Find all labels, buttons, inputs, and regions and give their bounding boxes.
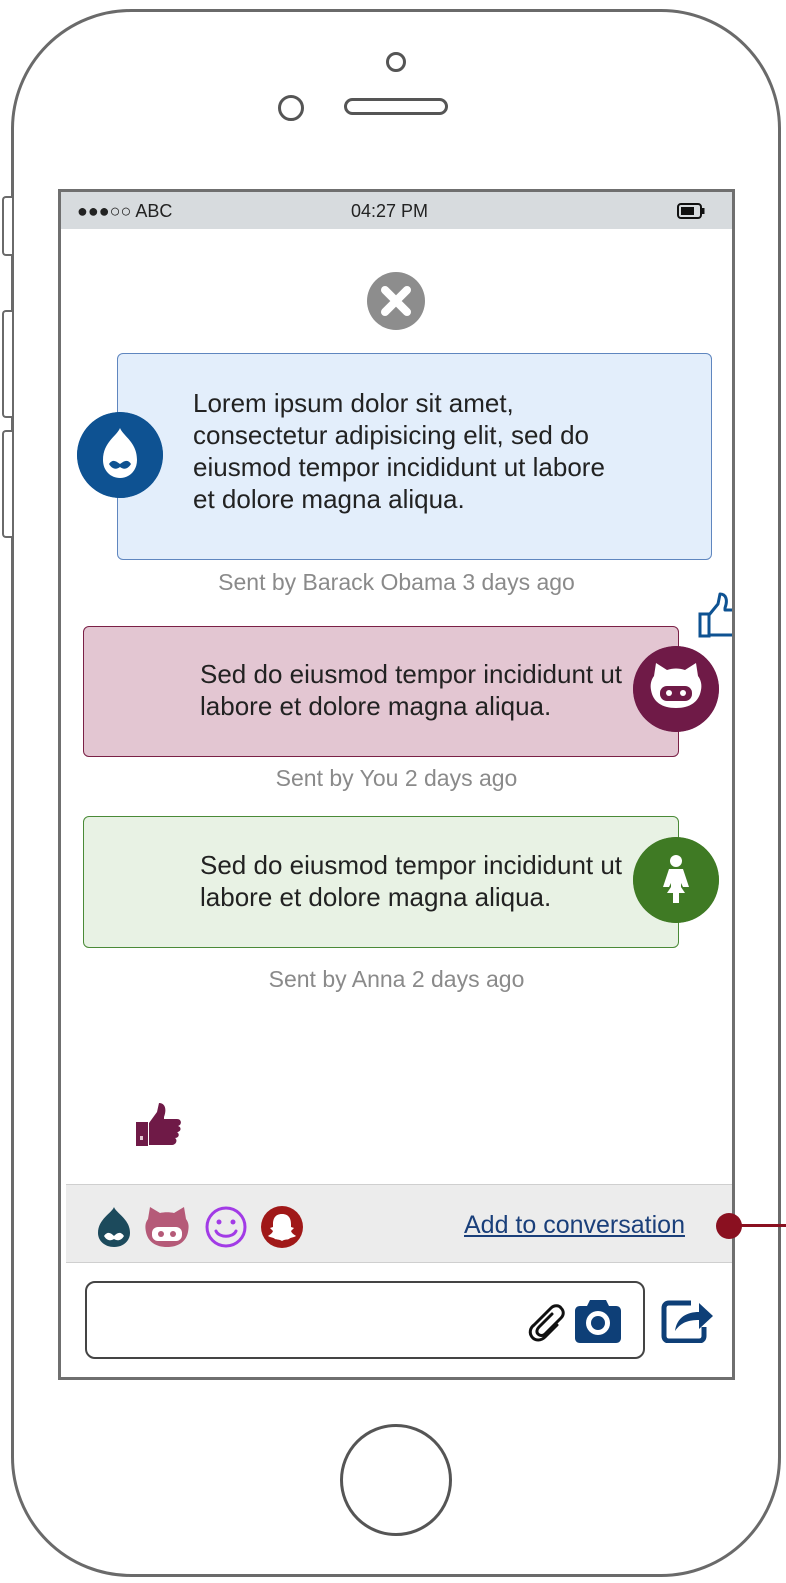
phone-screen: ●●●○○ ABC 04:27 PM Lorem ipsum dolor sit… xyxy=(58,189,735,1380)
close-icon[interactable] xyxy=(367,272,425,330)
volume-down-button xyxy=(2,430,12,538)
message-bubble: Lorem ipsum dolor sit amet, consectetur … xyxy=(117,353,732,638)
paperclip-icon[interactable] xyxy=(527,1301,571,1345)
snapchat-icon[interactable] xyxy=(260,1205,304,1249)
message-bubble: Sed do eiusmod tempor incididunt ut labo… xyxy=(83,626,679,1146)
proximity-sensor xyxy=(278,95,304,121)
github-icon xyxy=(633,646,719,732)
home-button[interactable] xyxy=(340,1424,452,1536)
message-bubble: Sed do eiusmod tempor incididunt ut labo… xyxy=(83,816,679,948)
annotation-connector-line xyxy=(740,1224,786,1227)
thumbs-up-icon[interactable] xyxy=(134,1102,184,1150)
status-bar: ●●●○○ ABC 04:27 PM xyxy=(61,192,732,229)
message-meta: Sent by Anna 2 days ago xyxy=(268,966,525,992)
message-text: Sed do eiusmod tempor incididunt ut labo… xyxy=(200,850,623,912)
battery-icon xyxy=(677,203,705,219)
drupal-icon xyxy=(77,412,163,498)
carrier-signal: ●●●○○ ABC xyxy=(77,201,173,221)
front-camera xyxy=(386,52,406,72)
camera-icon[interactable] xyxy=(571,1297,625,1345)
earpiece-speaker xyxy=(344,98,448,115)
message-text: Sed do eiusmod tempor incididunt ut labo… xyxy=(200,659,623,721)
female-icon xyxy=(633,837,719,923)
participants-bar: Add to conversation xyxy=(66,1184,732,1263)
volume-up-button xyxy=(2,310,12,418)
thumbs-up-outline-icon[interactable] xyxy=(696,592,735,642)
mute-switch xyxy=(2,196,12,256)
message-text: Lorem ipsum dolor sit amet, consectetur … xyxy=(193,388,605,514)
message-input[interactable] xyxy=(85,1281,645,1359)
drupal-icon[interactable] xyxy=(92,1205,136,1249)
add-to-conversation-link[interactable]: Add to conversation xyxy=(464,1211,685,1240)
message-meta: Sent by Barack Obama 3 days ago xyxy=(218,569,575,595)
smiley-icon[interactable] xyxy=(204,1205,248,1249)
share-icon[interactable] xyxy=(661,1297,715,1343)
annotation-connector-dot xyxy=(716,1213,742,1239)
message-meta: Sent by You 2 days ago xyxy=(275,765,518,791)
status-time: 04:27 PM xyxy=(351,201,429,221)
github-icon[interactable] xyxy=(142,1205,192,1249)
